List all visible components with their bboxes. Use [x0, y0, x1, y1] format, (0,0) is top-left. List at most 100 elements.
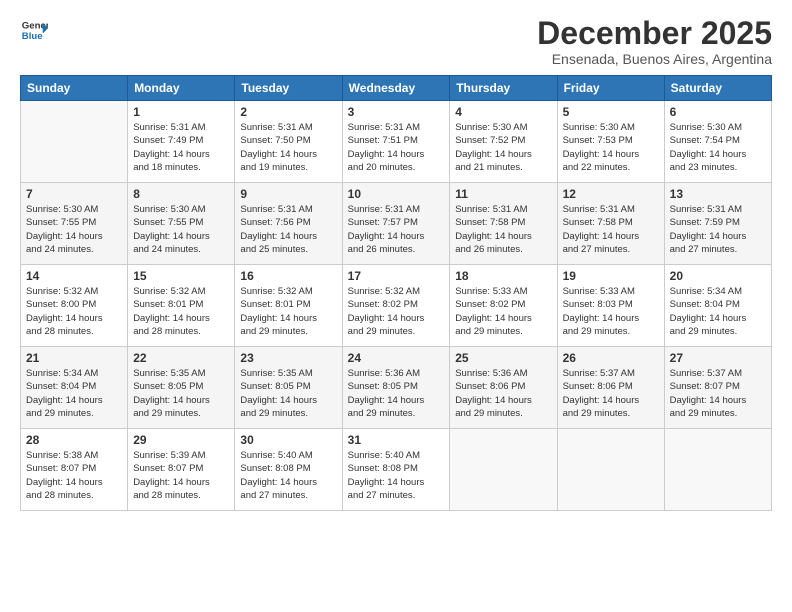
table-row: 6Sunrise: 5:30 AM Sunset: 7:54 PM Daylig… [664, 101, 771, 183]
table-row: 31 Sunrise: 5:40 AM Sunset: 8:08 PM Dayli… [342, 429, 450, 511]
day-info: Sunrise: 5:39 AM Sunset: 8:07 PM Dayligh… [133, 449, 229, 502]
day-info: Sunrise: 5:31 AM Sunset: 7:59 PM Dayligh… [670, 203, 766, 256]
day-number: 21 [26, 351, 122, 365]
calendar-week-row: 1Sunrise: 5:31 AM Sunset: 7:49 PM Daylig… [21, 101, 772, 183]
day-info: Sunrise: 5:30 AM Sunset: 7:55 PM Dayligh… [26, 203, 122, 256]
day-number: 4 [455, 105, 551, 119]
col-monday: Monday [128, 76, 235, 101]
day-info: Sunrise: 5:33 AM Sunset: 8:03 PM Dayligh… [563, 285, 659, 338]
table-row: 10Sunrise: 5:31 AM Sunset: 7:57 PM Dayli… [342, 183, 450, 265]
day-info: Sunrise: 5:40 AM Sunset: 8:08 PM Dayligh… [240, 449, 336, 502]
calendar-header-row: Sunday Monday Tuesday Wednesday Thursday… [21, 76, 772, 101]
col-sunday: Sunday [21, 76, 128, 101]
table-row: 30 Sunrise: 5:40 AM Sunset: 8:08 PM Dayli… [235, 429, 342, 511]
day-number: 16 [240, 269, 336, 283]
table-row: 17 Sunrise: 5:32 AM Sunset: 8:02 PM Dayli… [342, 265, 450, 347]
location-subtitle: Ensenada, Buenos Aires, Argentina [537, 51, 772, 67]
table-row: 14 Sunrise: 5:32 AM Sunset: 8:00 PM Dayli… [21, 265, 128, 347]
day-number: 30 [240, 433, 336, 447]
calendar-week-row: 28Sunrise: 5:38 AM Sunset: 8:07 PM Dayli… [21, 429, 772, 511]
day-number: 19 [563, 269, 659, 283]
day-info: Sunrise: 5:36 AM Sunset: 8:05 PM Dayligh… [348, 367, 445, 420]
day-number: 14 [26, 269, 122, 283]
day-info: Sunrise: 5:37 AM Sunset: 8:06 PM Dayligh… [563, 367, 659, 420]
table-row: 27 Sunrise: 5:37 AM Sunset: 8:07 PM Dayli… [664, 347, 771, 429]
calendar-week-row: 21Sunrise: 5:34 AM Sunset: 8:04 PM Dayli… [21, 347, 772, 429]
logo-icon: General Blue [20, 16, 48, 44]
day-number: 6 [670, 105, 766, 119]
table-row: 16 Sunrise: 5:32 AM Sunset: 8:01 PM Dayli… [235, 265, 342, 347]
table-row: 15 Sunrise: 5:32 AM Sunset: 8:01 PM Dayli… [128, 265, 235, 347]
table-row: 18 Sunrise: 5:33 AM Sunset: 8:02 PM Dayli… [450, 265, 557, 347]
day-info: Sunrise: 5:31 AM Sunset: 7:56 PM Dayligh… [240, 203, 336, 256]
table-row: 26 Sunrise: 5:37 AM Sunset: 8:06 PM Dayli… [557, 347, 664, 429]
day-number: 12 [563, 187, 659, 201]
day-number: 13 [670, 187, 766, 201]
day-info: Sunrise: 5:31 AM Sunset: 7:50 PM Dayligh… [240, 121, 336, 174]
day-number: 31 [348, 433, 445, 447]
calendar-week-row: 7 Sunrise: 5:30 AM Sunset: 7:55 PM Daylig… [21, 183, 772, 265]
table-row: 21Sunrise: 5:34 AM Sunset: 8:04 PM Dayli… [21, 347, 128, 429]
day-number: 15 [133, 269, 229, 283]
day-info: Sunrise: 5:36 AM Sunset: 8:06 PM Dayligh… [455, 367, 551, 420]
day-info: Sunrise: 5:32 AM Sunset: 8:01 PM Dayligh… [240, 285, 336, 338]
table-row: 19 Sunrise: 5:33 AM Sunset: 8:03 PM Dayli… [557, 265, 664, 347]
day-number: 3 [348, 105, 445, 119]
day-number: 27 [670, 351, 766, 365]
day-number: 26 [563, 351, 659, 365]
day-number: 25 [455, 351, 551, 365]
calendar-week-row: 14 Sunrise: 5:32 AM Sunset: 8:00 PM Dayli… [21, 265, 772, 347]
svg-text:Blue: Blue [22, 31, 43, 42]
table-row [450, 429, 557, 511]
table-row: 1Sunrise: 5:31 AM Sunset: 7:49 PM Daylig… [128, 101, 235, 183]
day-info: Sunrise: 5:32 AM Sunset: 8:00 PM Dayligh… [26, 285, 122, 338]
day-info: Sunrise: 5:40 AM Sunset: 8:08 PM Dayligh… [348, 449, 445, 502]
table-row: 8Sunrise: 5:30 AM Sunset: 7:55 PM Daylig… [128, 183, 235, 265]
header: General Blue December 2025 Ensenada, Bue… [20, 16, 772, 67]
table-row: 4Sunrise: 5:30 AM Sunset: 7:52 PM Daylig… [450, 101, 557, 183]
table-row: 23Sunrise: 5:35 AM Sunset: 8:05 PM Dayli… [235, 347, 342, 429]
col-saturday: Saturday [664, 76, 771, 101]
col-thursday: Thursday [450, 76, 557, 101]
day-number: 8 [133, 187, 229, 201]
day-number: 29 [133, 433, 229, 447]
day-info: Sunrise: 5:31 AM Sunset: 7:51 PM Dayligh… [348, 121, 445, 174]
table-row: 3 Sunrise: 5:31 AM Sunset: 7:51 PM Daylig… [342, 101, 450, 183]
day-info: Sunrise: 5:31 AM Sunset: 7:57 PM Dayligh… [348, 203, 445, 256]
day-number: 24 [348, 351, 445, 365]
day-info: Sunrise: 5:32 AM Sunset: 8:02 PM Dayligh… [348, 285, 445, 338]
day-number: 28 [26, 433, 122, 447]
day-info: Sunrise: 5:35 AM Sunset: 8:05 PM Dayligh… [133, 367, 229, 420]
table-row: 5Sunrise: 5:30 AM Sunset: 7:53 PM Daylig… [557, 101, 664, 183]
table-row: 22 Sunrise: 5:35 AM Sunset: 8:05 PM Dayli… [128, 347, 235, 429]
col-friday: Friday [557, 76, 664, 101]
day-info: Sunrise: 5:33 AM Sunset: 8:02 PM Dayligh… [455, 285, 551, 338]
day-number: 20 [670, 269, 766, 283]
calendar-table: Sunday Monday Tuesday Wednesday Thursday… [20, 75, 772, 511]
day-number: 18 [455, 269, 551, 283]
col-tuesday: Tuesday [235, 76, 342, 101]
table-row: 24 Sunrise: 5:36 AM Sunset: 8:05 PM Dayli… [342, 347, 450, 429]
day-number: 11 [455, 187, 551, 201]
month-title: December 2025 [537, 16, 772, 51]
day-number: 17 [348, 269, 445, 283]
table-row: 12Sunrise: 5:31 AM Sunset: 7:58 PM Dayli… [557, 183, 664, 265]
table-row: 9 Sunrise: 5:31 AM Sunset: 7:56 PM Daylig… [235, 183, 342, 265]
day-number: 2 [240, 105, 336, 119]
day-info: Sunrise: 5:32 AM Sunset: 8:01 PM Dayligh… [133, 285, 229, 338]
logo: General Blue [20, 16, 48, 44]
page: General Blue December 2025 Ensenada, Bue… [0, 0, 792, 612]
day-info: Sunrise: 5:31 AM Sunset: 7:58 PM Dayligh… [455, 203, 551, 256]
table-row: 13 Sunrise: 5:31 AM Sunset: 7:59 PM Dayli… [664, 183, 771, 265]
table-row: 25 Sunrise: 5:36 AM Sunset: 8:06 PM Dayli… [450, 347, 557, 429]
table-row: 20 Sunrise: 5:34 AM Sunset: 8:04 PM Dayli… [664, 265, 771, 347]
title-block: December 2025 Ensenada, Buenos Aires, Ar… [537, 16, 772, 67]
table-row: 7 Sunrise: 5:30 AM Sunset: 7:55 PM Daylig… [21, 183, 128, 265]
day-info: Sunrise: 5:30 AM Sunset: 7:53 PM Dayligh… [563, 121, 659, 174]
col-wednesday: Wednesday [342, 76, 450, 101]
day-number: 7 [26, 187, 122, 201]
day-number: 22 [133, 351, 229, 365]
day-number: 9 [240, 187, 336, 201]
day-info: Sunrise: 5:37 AM Sunset: 8:07 PM Dayligh… [670, 367, 766, 420]
day-info: Sunrise: 5:34 AM Sunset: 8:04 PM Dayligh… [670, 285, 766, 338]
